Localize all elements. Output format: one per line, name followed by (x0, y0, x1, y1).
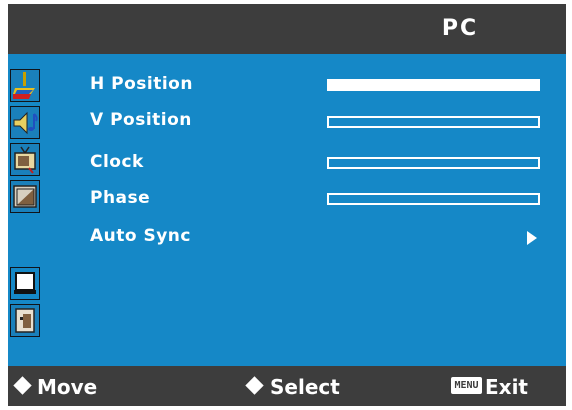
clock-slider[interactable] (327, 157, 540, 169)
page-title: PC (441, 16, 479, 41)
menu-item-clock[interactable]: Clock (90, 152, 144, 172)
menu-key-label: MENU (454, 380, 479, 391)
menu-item-v-position[interactable]: V Position (90, 110, 192, 130)
menu-item-phase[interactable]: Phase (90, 188, 150, 208)
diamond-icon (13, 376, 32, 395)
arrow-right-icon[interactable] (527, 231, 537, 245)
phase-slider[interactable] (327, 193, 540, 205)
osd-menu: PC H Position V Position Clock Phase Aut… (8, 4, 566, 406)
sound-icon[interactable] (10, 106, 40, 139)
h-position-slider[interactable] (327, 79, 540, 91)
pc-icon[interactable] (10, 267, 40, 300)
title-bar: PC (8, 4, 566, 54)
menu-item-auto-sync[interactable]: Auto Sync (90, 226, 191, 246)
diamond-icon (245, 376, 264, 395)
menu-panel: H Position V Position Clock Phase Auto S… (8, 54, 566, 366)
channel-icon[interactable] (10, 143, 40, 176)
footer-bar: Move Select MENU Exit (8, 366, 566, 406)
sidebar (8, 54, 43, 366)
setup-icon[interactable] (10, 304, 40, 337)
v-position-slider[interactable] (327, 116, 540, 128)
menu-item-h-position[interactable]: H Position (90, 74, 193, 94)
select-hint: Select (270, 375, 340, 399)
exit-hint[interactable]: Exit (485, 375, 528, 399)
screen-icon[interactable] (10, 180, 40, 213)
picture-icon[interactable] (10, 69, 40, 102)
menu-key-icon[interactable]: MENU (451, 377, 482, 394)
move-hint: Move (37, 375, 98, 399)
h-position-slider-fill (329, 81, 538, 89)
